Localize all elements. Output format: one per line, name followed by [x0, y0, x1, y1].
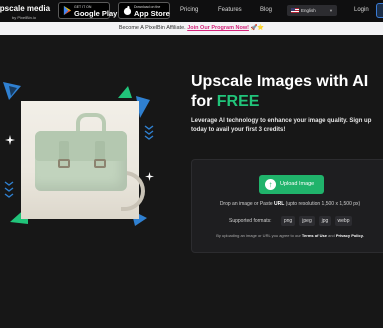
format-badge: webp — [335, 216, 352, 226]
terms-mid: and — [326, 233, 336, 238]
format-badge: jpg — [319, 216, 331, 226]
banner-cta-link[interactable]: Join Our Program Now! — [187, 25, 249, 31]
language-selector[interactable]: English ▼ — [287, 5, 337, 16]
affiliate-banner: Become A PixelBin Affiliate. Join Our Pr… — [0, 22, 383, 35]
language-label: English — [301, 8, 316, 13]
triangle-deco-icon — [3, 82, 21, 100]
terms-of-use-link[interactable]: Terms of Use — [302, 233, 327, 238]
drop-hint-post: (upto resolution 1,500 x 1,500 px) — [284, 201, 361, 207]
app-store-badge[interactable]: Download on the App Store — [118, 2, 170, 19]
google-play-badge[interactable]: GET IT ON Google Play — [58, 2, 117, 19]
us-flag-icon — [291, 8, 299, 13]
signup-button[interactable] — [376, 3, 383, 18]
nav-link-pricing[interactable]: Pricing — [180, 7, 198, 13]
sparkle-icon — [145, 172, 154, 181]
triangle-deco-icon — [118, 86, 132, 98]
paste-url-link[interactable]: URL — [274, 201, 284, 207]
upload-icon: ↑ — [265, 179, 276, 190]
google-play-label: Google Play — [74, 9, 118, 18]
formats-label: Supported formats: — [229, 218, 272, 224]
app-store-label: App Store — [134, 9, 170, 18]
brand-name: Upscale media — [0, 4, 51, 13]
nav-link-features[interactable]: Features — [218, 7, 242, 13]
sample-bag-image — [21, 101, 145, 219]
chevron-down-icon: ▼ — [329, 8, 333, 13]
format-badge: png — [281, 216, 295, 226]
chevrons-deco-icon — [4, 181, 14, 198]
upload-card[interactable]: ↑ Upload Image Drop an image or Paste UR… — [191, 159, 383, 253]
hero-title-line1: Upscale Images with AI — [191, 73, 369, 90]
apple-icon — [123, 6, 132, 15]
format-badge: jpeg — [299, 216, 315, 226]
nav-link-blog[interactable]: Blog — [260, 7, 272, 13]
upload-button-label: Upload Image — [280, 181, 315, 187]
terms-pre: By uploading an image or URL you agree t… — [216, 233, 302, 238]
drop-hint: Drop an image or Paste URL (upto resolut… — [192, 201, 383, 207]
terms-notice: By uploading an image or URL you agree t… — [192, 233, 383, 238]
hero-title-for: for — [191, 93, 217, 110]
privacy-policy-link[interactable]: Privacy Policy. — [336, 233, 364, 238]
google-play-icon — [63, 6, 72, 15]
hero-title: Upscale Images with AI for FREE — [191, 72, 368, 112]
login-link[interactable]: Login — [354, 7, 369, 13]
banner-text: Become A PixelBin Affiliate. — [118, 25, 188, 31]
chevrons-deco-icon — [144, 125, 154, 140]
banner-emoji: 🚀⭐ — [250, 25, 265, 31]
brand-by: by PixelBin.io — [12, 15, 37, 20]
upload-image-button[interactable]: ↑ Upload Image — [259, 175, 324, 194]
hero-subtitle: Leverage AI technology to enhance your i… — [191, 118, 372, 133]
top-nav: Upscale media by PixelBin.io GET IT ON G… — [0, 0, 383, 22]
sparkle-icon — [5, 135, 15, 145]
drop-hint-pre: Drop an image or Paste — [219, 201, 275, 207]
hero-title-accent: FREE — [216, 93, 260, 110]
